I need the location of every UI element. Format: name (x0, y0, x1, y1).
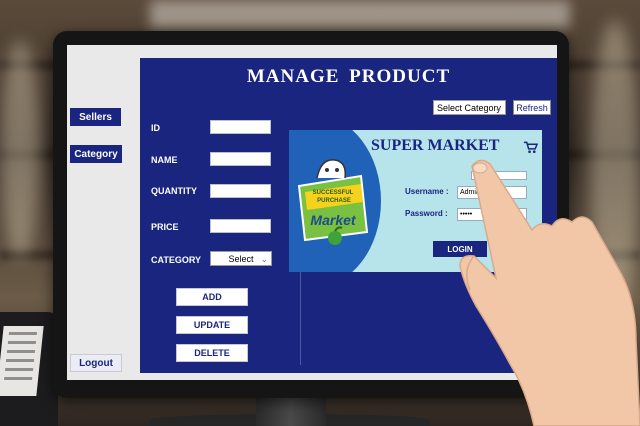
category-filter-value: Select Category (437, 102, 502, 113)
category-filter-select[interactable]: Select Category ⌄ (433, 100, 506, 115)
logo-ribbon-top: SUCCESSFUL (313, 190, 354, 196)
monitor-stand (256, 395, 326, 426)
logo-ribbon-bottom: PURCHASE (317, 198, 351, 204)
delete-button[interactable]: DELETE (176, 344, 248, 362)
price-field[interactable] (210, 219, 271, 233)
background-blur (150, 0, 570, 28)
id-field[interactable] (210, 120, 271, 134)
quantity-label: QUANTITY (151, 186, 197, 196)
receipt-paper (0, 326, 44, 396)
sidebar-item-sellers[interactable]: Sellers (70, 108, 121, 126)
category-select-value: Select (228, 253, 254, 264)
hand-overlay (459, 159, 640, 426)
update-button[interactable]: UPDATE (176, 316, 248, 334)
category-label: CATEGORY (151, 255, 202, 265)
chevron-down-icon: ⌄ (260, 254, 268, 264)
market-logo: SUCCESSFUL PURCHASE Market (297, 159, 369, 245)
page-title: MANAGE PRODUCT (246, 66, 451, 87)
name-field[interactable] (210, 152, 271, 166)
name-label: NAME (151, 155, 178, 165)
price-label: PRICE (151, 222, 179, 232)
category-select[interactable]: Select ⌄ (210, 251, 272, 266)
id-label: ID (151, 123, 160, 133)
logout-button[interactable]: Logout (70, 354, 122, 372)
quantity-field[interactable] (210, 184, 271, 198)
add-button[interactable]: ADD (176, 288, 248, 306)
chevron-down-icon: ⌄ (494, 103, 502, 113)
background-light (0, 40, 40, 260)
refresh-button[interactable]: Refresh (513, 100, 551, 115)
logo-word: Market (310, 212, 356, 228)
sidebar-item-category[interactable]: Category (70, 145, 122, 163)
